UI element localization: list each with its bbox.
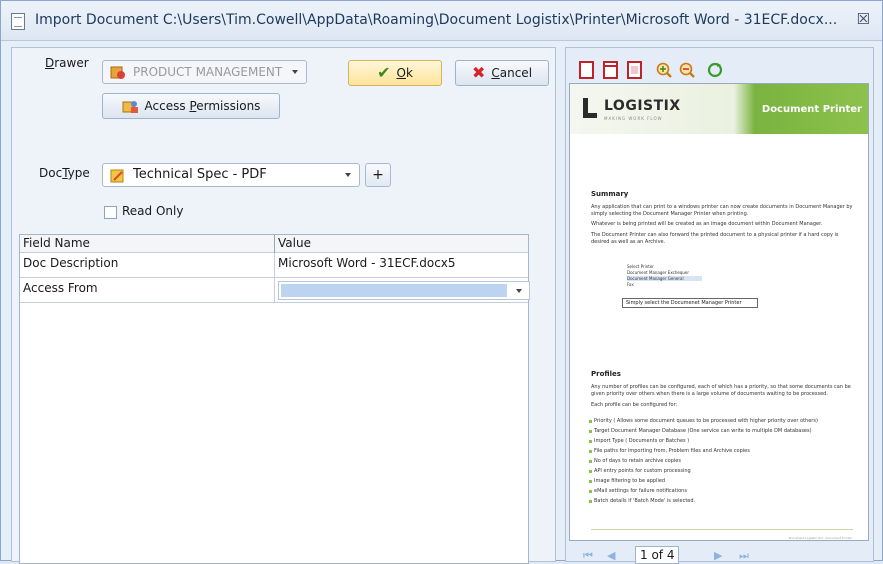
cancel-x-icon: ✖ [471,63,486,82]
profiles-paragraph: Each profile can be configured for: [591,402,678,408]
grid-header: Field Name Value [20,235,528,253]
doctype-select[interactable]: Technical Spec - PDF [102,163,360,187]
drawer-value: PRODUCT MANAGEMENT [133,65,283,79]
drawer-select[interactable]: PRODUCT MANAGEMENT [102,60,307,84]
summary-paragraph: The Document Printer can also forward th… [591,232,839,245]
page-single-icon[interactable] [578,60,596,80]
doctype-value: Technical Spec - PDF [133,167,267,182]
column-header-field-name[interactable]: Field Name [23,236,90,250]
chevron-down-icon [345,173,351,177]
list-item: Batch details if 'Batch Mode' is selecte… [588,498,696,504]
drawer-label: Drawer [45,56,89,70]
document-preview-panel: LOGISTIX MAKING WORK FLOW Document Print… [565,47,874,564]
banner-title: Document Printer [761,104,862,115]
access-from-selection [281,284,507,297]
rotate-icon[interactable] [706,60,724,80]
summary-heading: Summary [591,190,629,198]
field-name-cell: Doc Description [23,256,119,270]
chevron-down-icon [516,289,522,293]
read-only-label: Read Only [122,204,184,218]
window-title: Import Document C:\Users\Tim.Cowell\AppD… [35,12,838,28]
list-item: No of days to retain archive copies [589,458,681,464]
value-cell[interactable]: Microsoft Word - 31ECF.docx5 [278,256,456,270]
logo-tagline: MAKING WORK FLOW [604,116,663,121]
access-permissions-label: Access Permissions [144,99,261,113]
read-only-checkbox[interactable] [104,206,117,219]
column-divider[interactable] [274,235,275,253]
profiles-heading: Profiles [591,370,621,378]
printer-select-screenshot: Select Printer Document Manager Excheque… [627,264,702,288]
cancel-label: Cancel [491,66,533,80]
list-item: File paths for importing from, Problem f… [589,448,750,454]
page-width-icon[interactable] [602,60,620,80]
page-fit-icon[interactable] [626,60,644,80]
title-bar: Import Document C:\Users\Tim.Cowell\AppD… [1,1,882,41]
checkmark-icon: ✔ [377,63,391,82]
ok-button[interactable]: ✔ Ok [348,60,442,86]
list-item: Image filtering to be applied [588,478,666,484]
page-indicator-input[interactable]: 1 of 4 [635,546,679,564]
access-permissions-button[interactable]: Access Permissions [102,93,280,119]
document-icon [11,13,25,30]
summary-paragraph: Whatever is being printed will be create… [591,221,823,227]
previous-page-icon[interactable]: ◀ [607,549,615,562]
logo-text: LOGISTIX [604,98,681,114]
list-item: Priority ( Allows some document queues t… [589,418,818,424]
logistix-logo-icon [583,98,597,118]
access-from-dropdown[interactable] [278,281,530,300]
fields-grid: Field Name Value Doc Description Microso… [19,234,530,564]
page-navigation: ⏮ ◀ 1 of 4 ▶ ⏭ [569,543,869,564]
ok-label: Ok [396,66,413,80]
import-form-panel: Drawer PRODUCT MANAGEMENT ✔ Ok ✖ Cancel … [11,47,556,564]
add-doctype-button[interactable]: + [365,163,391,187]
doctype-label: DocType [39,166,90,180]
preview-banner: LOGISTIX MAKING WORK FLOW Document Print… [570,84,868,134]
zoom-out-icon[interactable] [678,60,696,80]
caption-box: Simply select the Documenet Manager Prin… [622,298,758,308]
drawer-icon [110,66,125,79]
list-item: eMail settings for failure notifications [589,488,687,494]
mini-list-item: Document Manager General [627,276,702,281]
people-icon [122,100,138,113]
cancel-button[interactable]: ✖ Cancel [455,60,549,86]
import-document-window: Import Document C:\Users\Tim.Cowell\AppD… [0,0,883,564]
column-divider [274,253,275,303]
summary-paragraph: Any application that can print to a wind… [591,204,853,217]
profiles-paragraph: Any number of profiles can be configured… [591,384,851,397]
close-icon[interactable]: ☒ [857,10,870,28]
zoom-in-icon[interactable] [655,60,673,80]
column-header-value[interactable]: Value [278,236,311,250]
next-page-icon[interactable]: ▶ [714,549,722,562]
chevron-down-icon [292,70,298,74]
footer-rule [591,529,853,530]
list-item: API entry points for custom processing [589,468,691,474]
preview-footer: Document Logistix Ltd - Document Printer [788,536,852,540]
mini-list-item: Fax [627,282,634,287]
field-name-cell: Access From [23,281,98,295]
list-item: Import Type ( Documents or Batches ) [588,438,690,444]
list-item: Target Document Manager Database (One se… [589,428,812,434]
document-preview[interactable]: LOGISTIX MAKING WORK FLOW Document Print… [569,83,869,541]
technical-spec-icon [110,169,124,183]
